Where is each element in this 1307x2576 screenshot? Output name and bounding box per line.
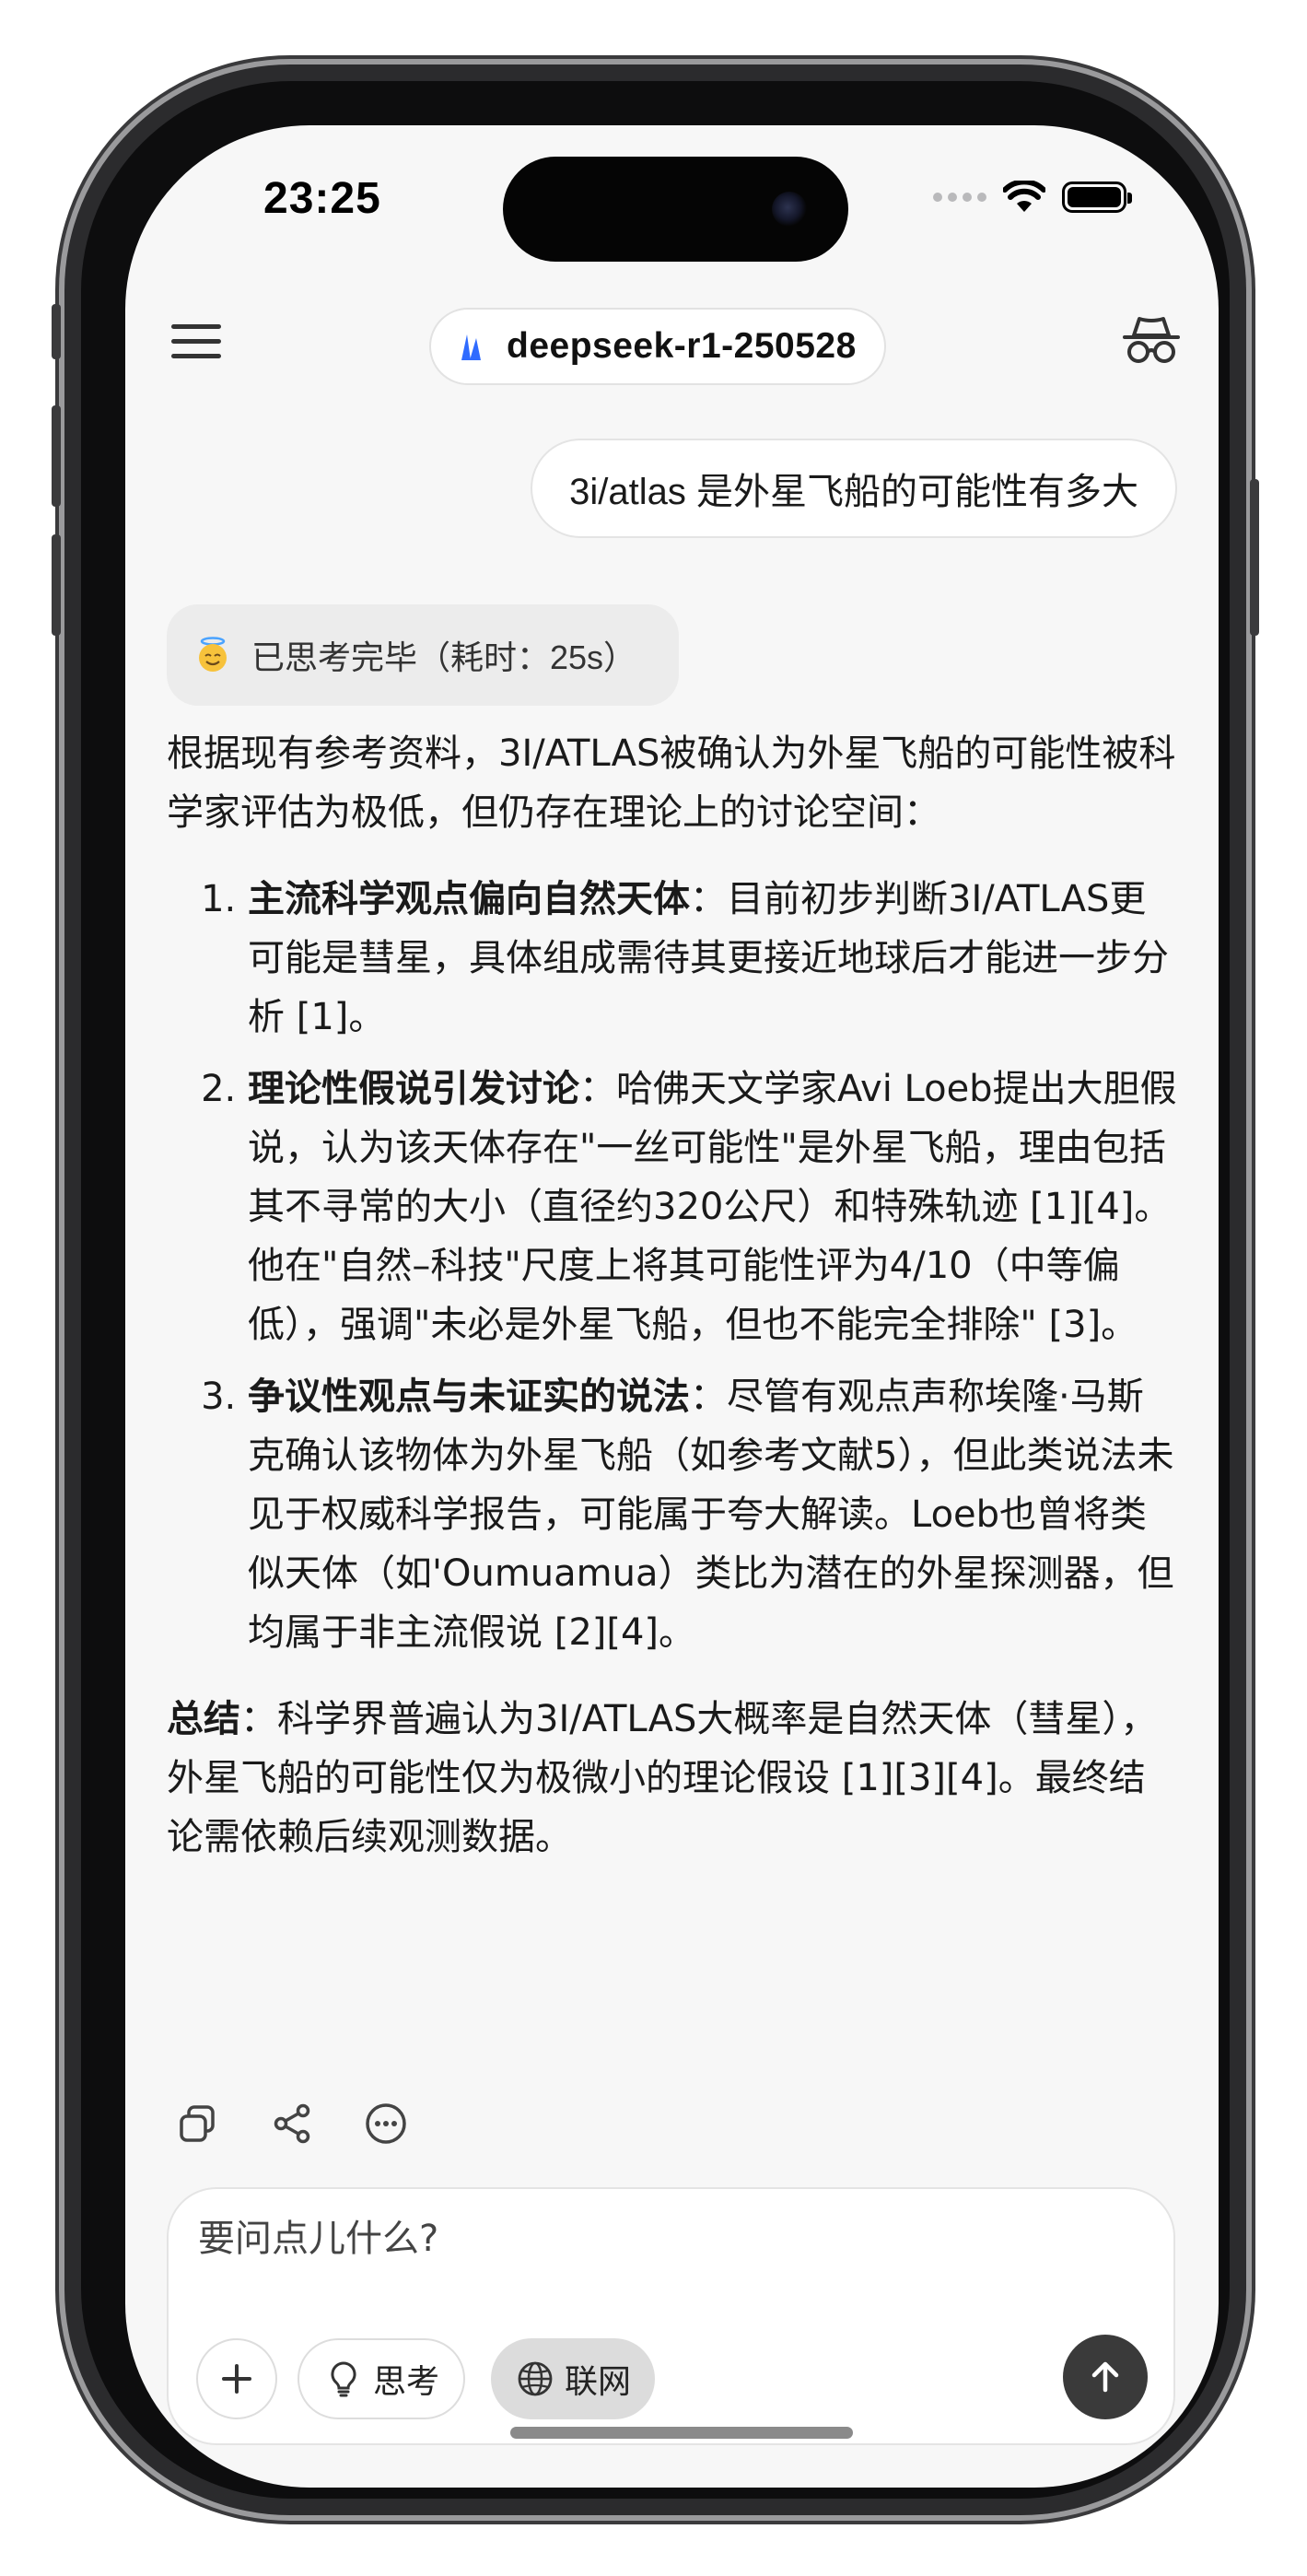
- answer-list: 主流科学观点偏向自然天体：目前初步判断3I/ATLAS更可能是彗星，具体组成需待…: [167, 870, 1180, 1662]
- web-search-toggle-button[interactable]: 联网: [491, 2338, 656, 2419]
- more-icon[interactable]: [364, 2102, 408, 2146]
- answer-list-item: 主流科学观点偏向自然天体：目前初步判断3I/ATLAS更可能是彗星，具体组成需待…: [248, 870, 1180, 1047]
- incognito-icon[interactable]: [1121, 311, 1182, 372]
- lightbulb-icon: [331, 2361, 356, 2397]
- point-title: 主流科学观点偏向自然天体: [248, 878, 690, 920]
- user-message-bubble: 3i/atlas 是外星飞船的可能性有多大: [531, 439, 1177, 538]
- top-bar: deepseek-r1-250528: [125, 291, 1219, 392]
- summary-text: ：科学界普遍认为3I/ATLAS大概率是自然天体（彗星），外星飞船的可能性仅为极…: [167, 1698, 1158, 1858]
- status-time: 23:25: [263, 174, 381, 223]
- cellular-icon: [933, 193, 986, 202]
- answer-list-item: 理论性假说引发讨论：哈佛天文学家Avi Loeb提出大胆假说，认为该天体存在"一…: [248, 1060, 1180, 1354]
- angel-face-icon: [199, 637, 227, 672]
- message-composer: 思考 联网: [167, 2187, 1175, 2445]
- point-title: 争议性观点与未证实的说法: [248, 1376, 690, 1418]
- message-actions: [176, 2102, 408, 2146]
- power-button: [1250, 479, 1259, 636]
- phone-frame: 23:25 deepseek-r1-250528 3i/atlas 是外星飞船的…: [52, 64, 1259, 2515]
- thinking-status-text: 已思考完毕（耗时：25s）: [251, 638, 637, 676]
- model-name: deepseek-r1-250528: [507, 326, 857, 366]
- point-title: 理论性假说引发讨论: [248, 1068, 579, 1110]
- action-button: [52, 304, 61, 359]
- dynamic-island: [503, 157, 848, 262]
- battery-icon: [1062, 181, 1132, 213]
- answer-intro: 根据现有参考资料，3I/ATLAS被确认为外星飞船的可能性被科学家评估为极低，但…: [167, 732, 1176, 834]
- menu-icon[interactable]: [171, 321, 221, 363]
- model-logo-icon: [461, 334, 481, 360]
- screen: 23:25 deepseek-r1-250528 3i/atlas 是外星飞船的…: [125, 125, 1219, 2488]
- think-toggle-button[interactable]: 思考: [298, 2338, 466, 2419]
- think-label: 思考: [373, 2362, 440, 2400]
- globe-icon: [518, 2361, 553, 2396]
- message-input[interactable]: [196, 2217, 1029, 2261]
- assistant-answer: 根据现有参考资料，3I/ATLAS被确认为外星飞船的可能性被科学家评估为极低，但…: [167, 724, 1180, 1894]
- model-selector[interactable]: deepseek-r1-250528: [429, 308, 886, 385]
- front-camera: [772, 192, 807, 227]
- plus-icon: [222, 2364, 251, 2394]
- wifi-icon: [1003, 181, 1045, 212]
- home-indicator: [510, 2427, 853, 2439]
- phone-bezel: 23:25 deepseek-r1-250528 3i/atlas 是外星飞船的…: [81, 81, 1230, 2499]
- answer-list-item: 争议性观点与未证实的说法：尽管有观点声称埃隆·马斯克确认该物体为外星飞船（如参考…: [248, 1367, 1180, 1662]
- answer-summary: 总结：科学界普遍认为3I/ATLAS大概率是自然天体（彗星），外星飞船的可能性仅…: [167, 1690, 1180, 1867]
- arrow-up-icon: [1091, 2361, 1119, 2393]
- summary-label: 总结: [167, 1698, 240, 1740]
- thinking-status-badge[interactable]: 已思考完毕（耗时：25s）: [167, 604, 680, 706]
- copy-icon[interactable]: [176, 2102, 220, 2146]
- web-label: 联网: [565, 2362, 632, 2400]
- volume-down-button: [52, 534, 61, 636]
- user-message-text: 3i/atlas 是外星飞船的可能性有多大: [569, 472, 1138, 512]
- volume-up-button: [52, 405, 61, 507]
- status-icons: [933, 181, 1132, 214]
- share-icon[interactable]: [270, 2102, 314, 2146]
- send-button[interactable]: [1063, 2335, 1148, 2419]
- add-attachment-button[interactable]: [196, 2338, 277, 2419]
